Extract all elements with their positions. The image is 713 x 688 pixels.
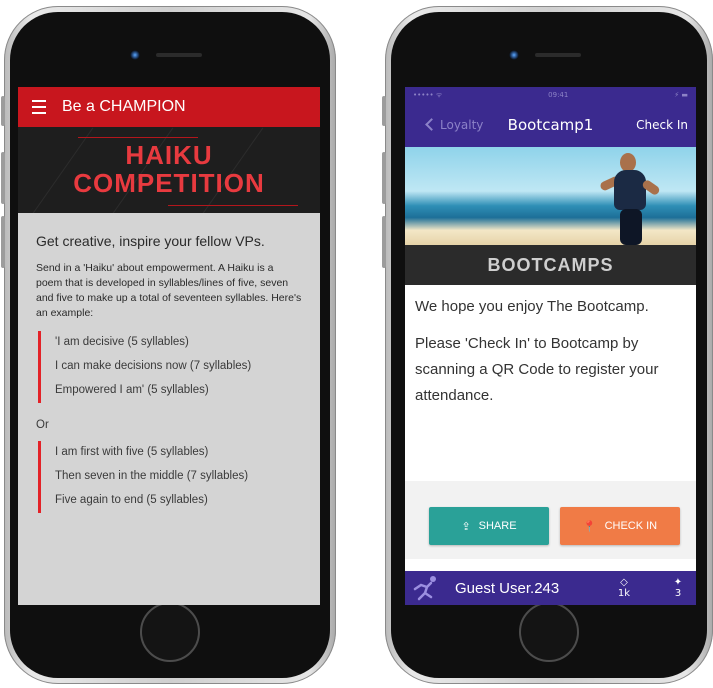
runner-torso — [614, 170, 646, 210]
badges-value: 3 — [674, 588, 682, 599]
earpiece-speaker — [535, 53, 581, 57]
banner-line-1: HAIKU — [125, 140, 213, 170]
or-separator: Or — [36, 419, 49, 431]
mute-switch — [1, 96, 5, 126]
status-bar: ••••• ᯤ 09:41 ⚡ ▬ — [405, 87, 696, 103]
footer-bar: Guest User.243 ◇ 1k ✦ 3 — [405, 571, 696, 605]
haiku-banner: HAIKU COMPETITION — [18, 127, 320, 213]
content: We hope you enjoy The Bootcamp. Please '… — [405, 285, 696, 409]
poem-line: I am first with five (5 syllables) — [55, 446, 209, 458]
home-button[interactable] — [140, 602, 200, 662]
content: Get creative, inspire your fellow VPs. S… — [18, 213, 320, 513]
poem-line: 'I am decisive (5 syllables) — [55, 336, 189, 348]
share-button[interactable]: ⇪ SHARE — [429, 507, 549, 545]
app-bar: Be a CHAMPION — [18, 87, 320, 127]
bootcamps-banner: BOOTCAMPS — [405, 245, 696, 285]
left-screen: Be a CHAMPION HAIKU COMPETITION Get crea… — [18, 87, 320, 605]
poem-example-1: 'I am decisive (5 syllables) I can make … — [38, 331, 302, 403]
poem-line: Then seven in the middle (7 syllables) — [55, 470, 249, 482]
badges-stat[interactable]: ✦ 3 — [668, 577, 688, 599]
front-camera — [130, 50, 140, 60]
page-heading: Get creative, inspire your fellow VPs. — [36, 233, 265, 249]
volume-up-button — [382, 152, 386, 204]
welcome-text: We hope you enjoy The Bootcamp. — [415, 298, 649, 315]
instructions-text: Please 'Check In' to Bootcamp by scannin… — [415, 335, 659, 404]
nav-bar: Loyalty Bootcamp1 Check In — [405, 103, 696, 147]
front-camera — [509, 50, 519, 60]
right-screen: ••••• ᯤ 09:41 ⚡ ▬ Loyalty Bootcamp1 Chec… — [405, 87, 696, 605]
share-label: SHARE — [478, 520, 517, 532]
runner-illustration — [590, 153, 662, 245]
share-icon: ⇪ — [461, 520, 471, 533]
runner-logo-icon — [411, 575, 441, 601]
poem-line: Empowered I am' (5 syllables) — [55, 384, 209, 396]
diamond-icon: ◇ — [620, 577, 628, 588]
earpiece-speaker — [156, 53, 202, 57]
points-stat[interactable]: ◇ 1k — [614, 577, 634, 599]
check-in-button[interactable]: 📍 CHECK IN — [560, 507, 680, 545]
hero-image — [405, 147, 696, 245]
volume-up-button — [1, 152, 5, 204]
app-title: Be a CHAMPION — [62, 98, 186, 115]
battery-icon: ⚡ ▬ — [674, 91, 688, 99]
nav-check-in-button[interactable]: Check In — [636, 118, 688, 132]
poem-line: I can make decisions now (7 syllables) — [55, 360, 252, 372]
banner-streak — [78, 137, 198, 138]
volume-down-button — [1, 216, 5, 268]
location-pin-icon: 📍 — [582, 520, 597, 533]
points-value: 1k — [617, 588, 631, 599]
volume-down-button — [382, 216, 386, 268]
poem-line: Five again to end (5 syllables) — [55, 494, 208, 506]
mute-switch — [382, 96, 386, 126]
action-bar: ⇪ SHARE 📍 CHECK IN — [405, 481, 696, 559]
status-time: 09:41 — [548, 91, 569, 99]
banner-streak — [168, 205, 298, 206]
carrier-signal: ••••• ᯤ — [413, 90, 443, 99]
banner-line-2: COMPETITION — [73, 168, 265, 198]
banner-title: BOOTCAMPS — [487, 254, 614, 275]
badge-icon: ✦ — [673, 577, 683, 588]
check-in-label: CHECK IN — [604, 520, 658, 532]
banner-title: HAIKU COMPETITION — [18, 141, 320, 197]
user-name: Guest User.243 — [455, 579, 560, 597]
runner-leg — [620, 209, 642, 245]
home-button[interactable] — [519, 602, 579, 662]
hamburger-menu-icon[interactable] — [32, 100, 46, 114]
intro-text: Send in a 'Haiku' about empowerment. A H… — [36, 262, 302, 319]
poem-example-2: I am first with five (5 syllables) Then … — [38, 441, 302, 513]
